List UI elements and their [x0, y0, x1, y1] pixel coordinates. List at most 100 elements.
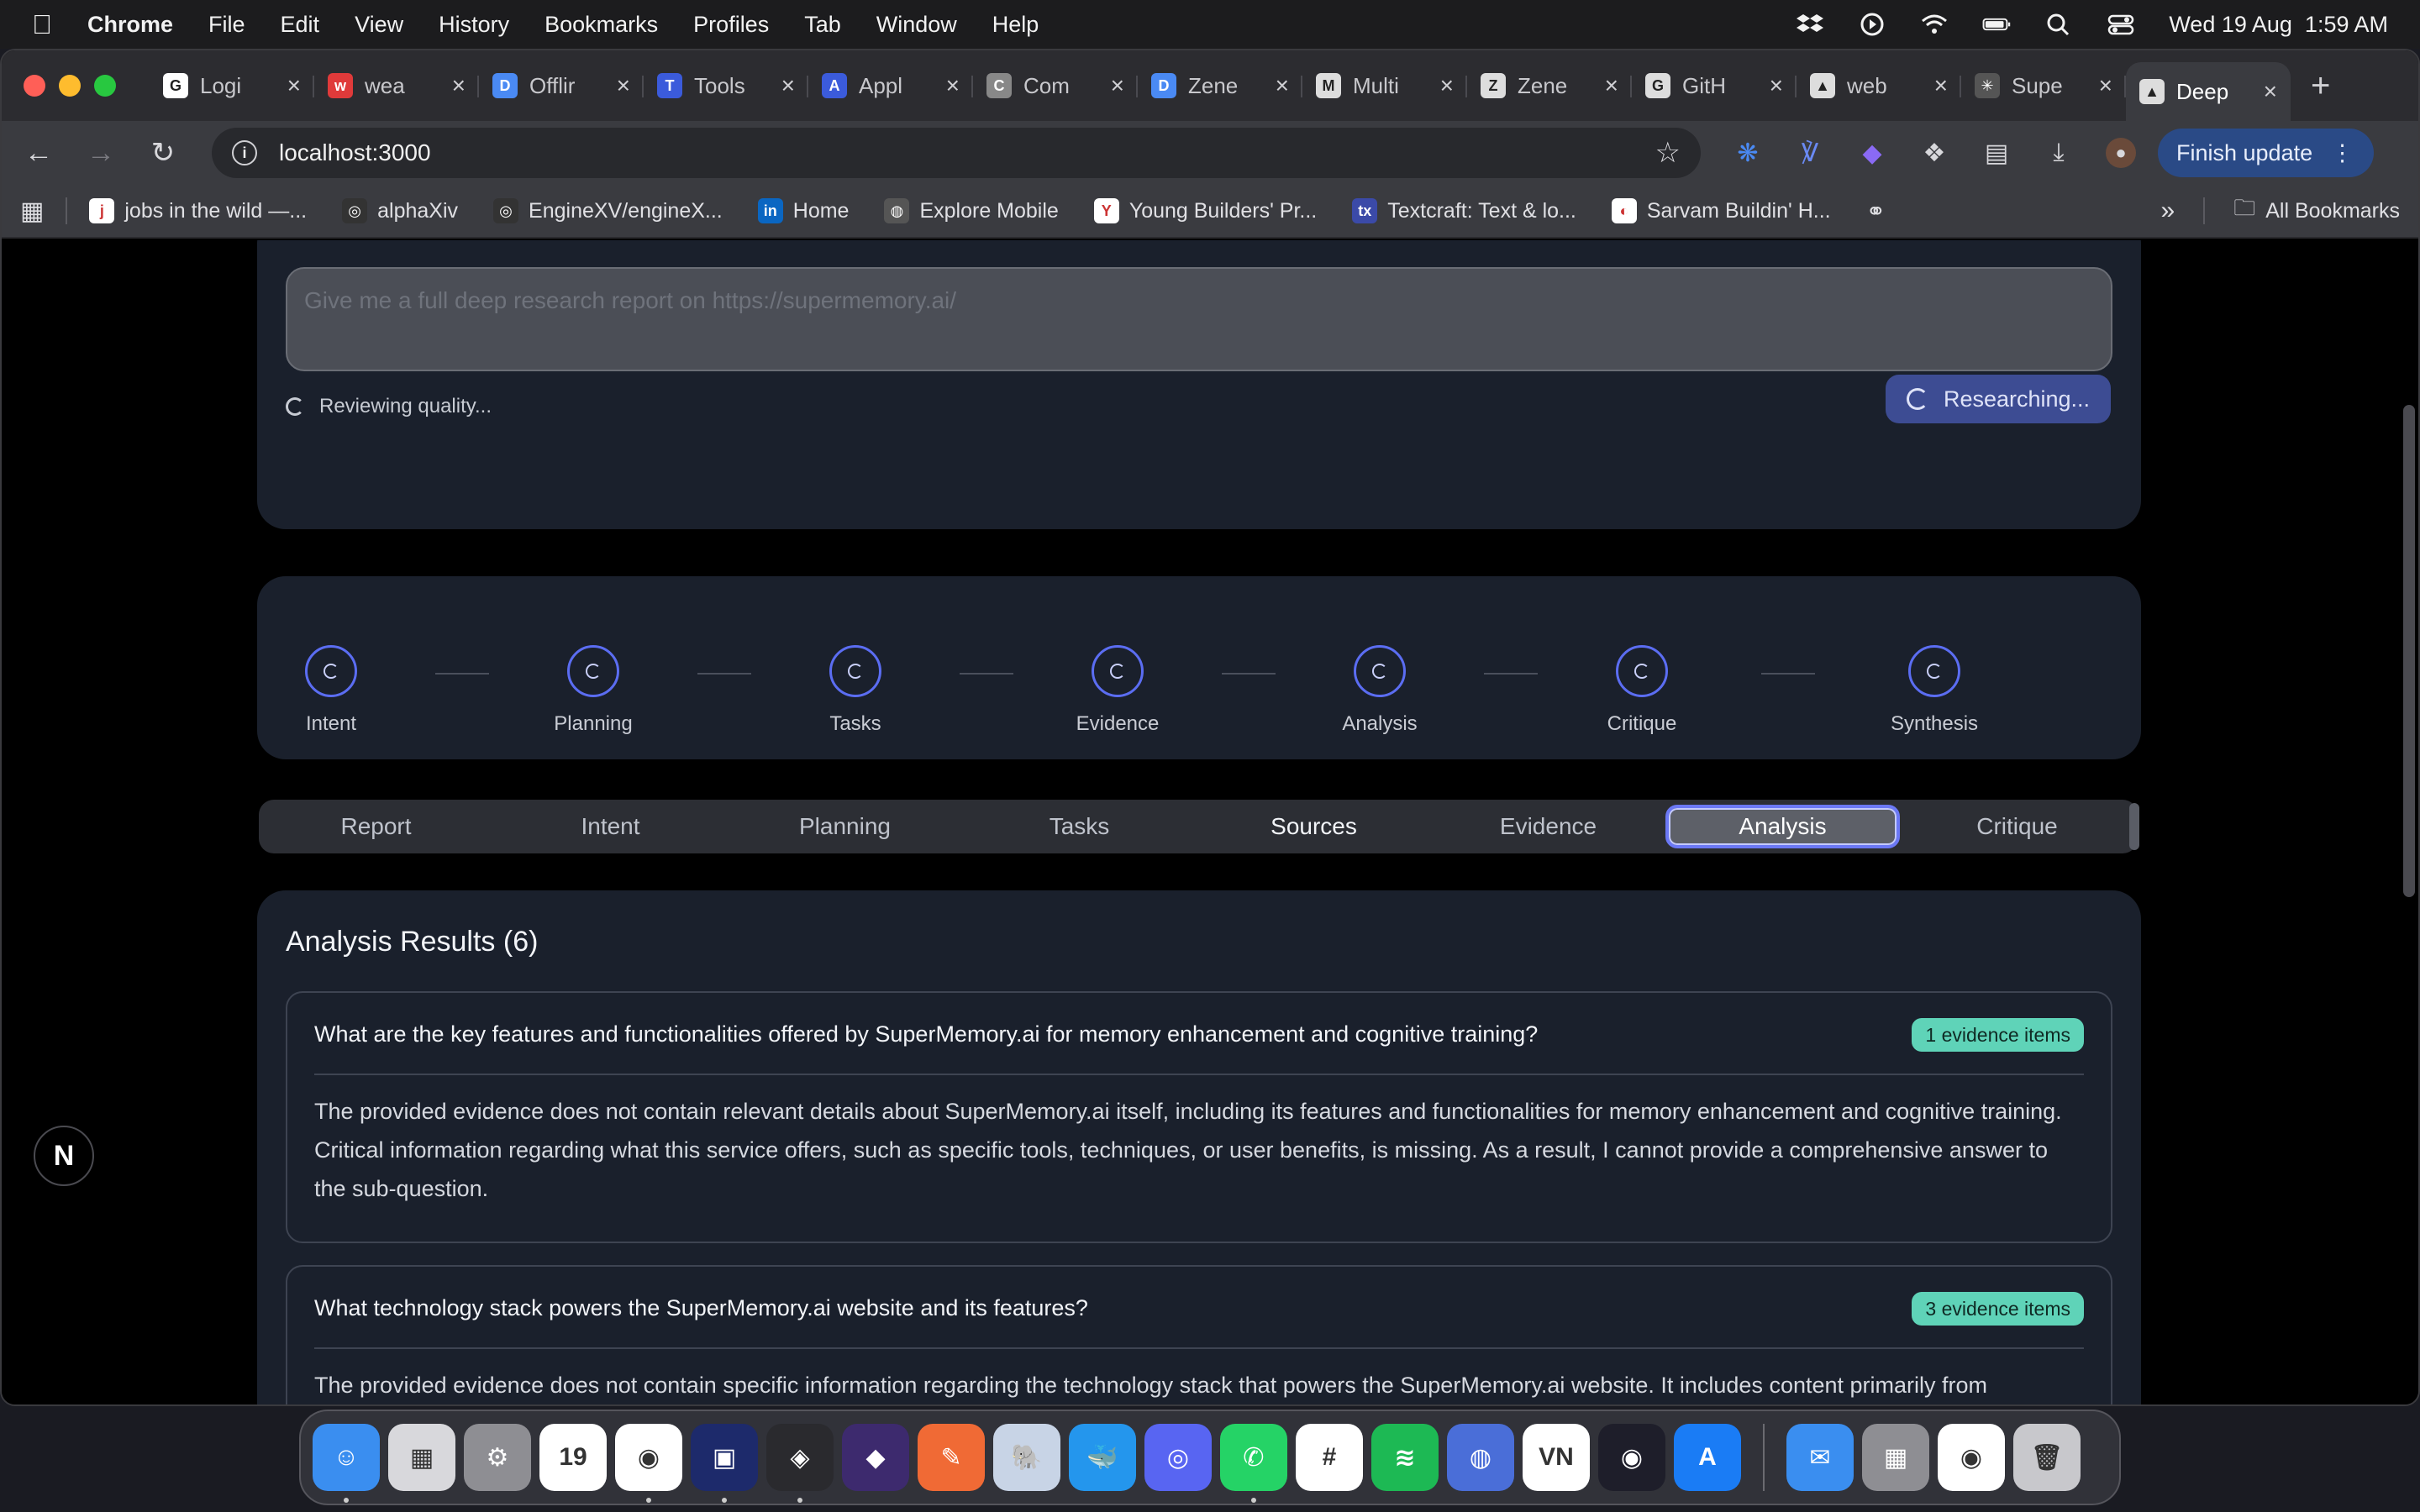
dock-discord-icon[interactable]: ◎ — [1144, 1424, 1212, 1491]
wifi-icon[interactable] — [1920, 12, 1949, 37]
address-url[interactable]: localhost:3000 — [279, 139, 1655, 166]
dock-pencil-icon[interactable]: ✎ — [918, 1424, 985, 1491]
apple-icon[interactable]:  — [32, 9, 52, 40]
dock-postgres-icon[interactable]: 🐘 — [993, 1424, 1060, 1491]
dock-calculator-icon[interactable]: ▦ — [1862, 1424, 1929, 1491]
close-tab-icon[interactable]: × — [781, 72, 795, 99]
tab-evidence[interactable]: Evidence — [1431, 805, 1665, 848]
dock-calendar-icon[interactable]: 19 — [539, 1424, 607, 1491]
bookmark-item[interactable]: tx Textcraft: Text & lo... — [1352, 198, 1576, 223]
extensions-puzzle-icon[interactable]: ❖ — [1919, 138, 1949, 168]
bookmark-item[interactable]: ◍ Explore Mobile — [884, 198, 1059, 223]
close-tab-icon[interactable]: × — [1111, 72, 1124, 99]
bookmark-item[interactable]: j jobs in the wild —... — [89, 198, 307, 223]
control-center-icon[interactable] — [2107, 12, 2135, 37]
tab-intent[interactable]: Intent — [493, 805, 728, 848]
browser-tab[interactable]: ▲ Deep × — [2126, 62, 2291, 121]
browser-tab[interactable]: M Multi × — [1302, 62, 1467, 109]
site-info-icon[interactable]: i — [232, 140, 257, 165]
browser-tab[interactable]: ✳ Supe × — [1961, 62, 2126, 109]
dock-finder-icon[interactable]: ☺ — [313, 1424, 380, 1503]
menu-profiles[interactable]: Profiles — [693, 12, 769, 38]
dock-chrome-2-icon[interactable]: ◉ — [1938, 1424, 2005, 1491]
extension-crystal-icon[interactable]: ◆ — [1857, 138, 1887, 168]
more-bookmarks-icon[interactable]: » — [2161, 197, 2175, 225]
research-query-input[interactable]: Give me a full deep research report on h… — [286, 267, 2112, 371]
apps-grid-icon[interactable]: ▦ — [20, 197, 44, 226]
menu-bookmarks[interactable]: Bookmarks — [544, 12, 658, 38]
close-tab-icon[interactable]: × — [1276, 72, 1289, 99]
bookmark-item[interactable]: Y Young Builders' Pr... — [1093, 198, 1317, 223]
dock-slack-icon[interactable]: # — [1296, 1424, 1363, 1491]
close-tab-icon[interactable]: × — [452, 72, 466, 99]
bookmark-globe-icon[interactable]: ⚭ — [1866, 197, 1886, 225]
dock-spotify-icon[interactable]: ≋ — [1371, 1424, 1439, 1491]
extension-gear-icon[interactable]: ❋ — [1733, 138, 1763, 168]
dock-obs-icon[interactable]: ◉ — [1598, 1424, 1665, 1491]
dock-chrome-icon[interactable]: ◉ — [615, 1424, 682, 1503]
browser-tab[interactable]: T Tools × — [644, 62, 808, 109]
dock-launchpad-icon[interactable]: ▦ — [388, 1424, 455, 1491]
bookmark-item[interactable]: ◎ alphaXiv — [342, 198, 458, 223]
reading-list-icon[interactable]: ▤ — [1981, 138, 2012, 168]
close-tab-icon[interactable]: × — [946, 72, 960, 99]
close-tab-icon[interactable]: × — [2264, 78, 2277, 105]
dock-trash-icon[interactable]: 🗑 — [2013, 1424, 2081, 1491]
researching-button[interactable]: Researching... — [1886, 375, 2111, 423]
bookmark-item[interactable]: in Home — [757, 198, 849, 223]
dock-whatsapp-icon[interactable]: ✆ — [1220, 1424, 1287, 1503]
close-tab-icon[interactable]: × — [1934, 72, 1948, 99]
spotlight-search-icon[interactable] — [2044, 12, 2073, 37]
menu-file[interactable]: File — [208, 12, 245, 38]
close-tab-icon[interactable]: × — [1440, 72, 1454, 99]
tab-sources[interactable]: Sources — [1197, 805, 1431, 848]
browser-tab[interactable]: C Com × — [973, 62, 1138, 109]
menu-help[interactable]: Help — [992, 12, 1039, 38]
menu-app-name[interactable]: Chrome — [87, 12, 173, 38]
dock-terminal-icon[interactable]: ▣ — [691, 1424, 758, 1503]
close-tab-icon[interactable]: × — [1770, 72, 1783, 99]
minimize-window-button[interactable] — [59, 75, 81, 97]
tab-analysis[interactable]: Analysis — [1665, 805, 1900, 848]
bookmark-star-icon[interactable]: ☆ — [1655, 136, 1681, 170]
dock-settings-icon[interactable]: ⚙ — [464, 1424, 531, 1491]
tab-planning[interactable]: Planning — [728, 805, 962, 848]
dock-app-store-icon[interactable]: A — [1674, 1424, 1741, 1491]
close-window-button[interactable] — [24, 75, 45, 97]
close-tab-icon[interactable]: × — [617, 72, 630, 99]
back-icon[interactable]: ← — [22, 136, 55, 170]
browser-tab[interactable]: Z Zene × — [1467, 62, 1632, 109]
tab-tasks[interactable]: Tasks — [962, 805, 1197, 848]
dropbox-icon[interactable] — [1796, 12, 1824, 37]
browser-tab[interactable]: ▲ web × — [1797, 62, 1961, 109]
menu-tab[interactable]: Tab — [804, 12, 841, 38]
new-tab-button[interactable]: + — [2311, 67, 2330, 105]
close-tab-icon[interactable]: × — [1605, 72, 1618, 99]
tabs-scroll-indicator[interactable] — [2129, 803, 2139, 850]
close-tab-icon[interactable]: × — [287, 72, 301, 99]
browser-tab[interactable]: A Appl × — [808, 62, 973, 109]
nextjs-dev-badge[interactable]: N — [34, 1126, 94, 1186]
dock-docker-icon[interactable]: 🐳 — [1069, 1424, 1136, 1491]
close-tab-icon[interactable]: × — [2099, 72, 2112, 99]
download-icon[interactable]: ⤓ — [2044, 138, 2074, 168]
browser-tab[interactable]: D Offlir × — [479, 62, 644, 109]
dock-mail-icon[interactable]: ✉ — [1786, 1424, 1854, 1491]
browser-tab[interactable]: D Zene × — [1138, 62, 1302, 109]
play-circle-icon[interactable] — [1858, 12, 1886, 37]
dock-obsidian-icon[interactable]: ◆ — [842, 1424, 909, 1491]
dock-cube-icon[interactable]: ◈ — [766, 1424, 834, 1503]
menu-window[interactable]: Window — [876, 12, 957, 38]
menu-edit[interactable]: Edit — [281, 12, 320, 38]
address-bar[interactable]: i localhost:3000 ☆ — [212, 128, 1701, 178]
browser-tab[interactable]: w wea × — [314, 62, 479, 109]
menu-view[interactable]: View — [355, 12, 403, 38]
bookmark-item[interactable]: ◎ EngineXV/engineX... — [493, 198, 723, 223]
page-scrollbar[interactable] — [2403, 405, 2415, 897]
tab-report[interactable]: Report — [259, 805, 493, 848]
zoom-window-button[interactable] — [94, 75, 116, 97]
dock-vn-icon[interactable]: VN — [1523, 1424, 1590, 1491]
browser-tab[interactable]: G Logi × — [150, 62, 314, 109]
dock-jar-icon[interactable]: ◍ — [1447, 1424, 1514, 1491]
menu-history[interactable]: History — [439, 12, 509, 38]
